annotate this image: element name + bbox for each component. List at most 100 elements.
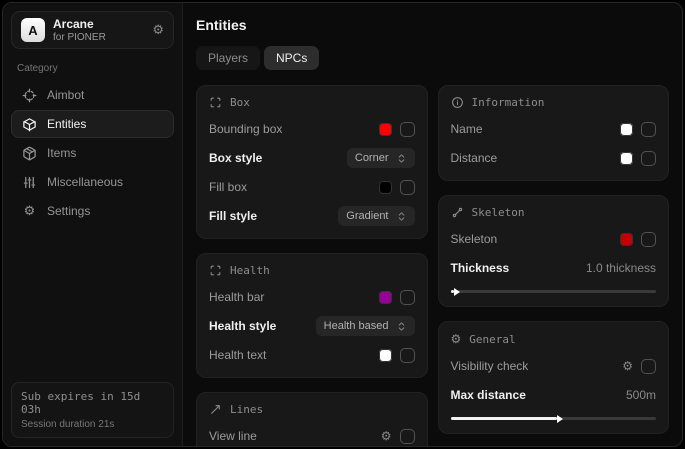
color-swatch[interactable] [620, 123, 633, 136]
bone-icon [451, 206, 464, 219]
crosshair-icon [22, 88, 37, 103]
setting-label: Thickness [451, 261, 510, 275]
gear-icon: ⚙ [451, 332, 462, 346]
brand-name: Arcane [53, 17, 106, 31]
checkbox[interactable] [400, 180, 415, 195]
color-swatch[interactable] [379, 291, 392, 304]
card-title: Health [230, 264, 270, 277]
color-swatch[interactable] [379, 123, 392, 136]
max-distance-slider[interactable] [451, 414, 657, 421]
chevrons-up-down-icon [396, 211, 407, 222]
general-card-header: ⚙ General [451, 332, 657, 346]
checkbox[interactable] [400, 429, 415, 444]
dropdown-value: Health based [324, 320, 389, 332]
setting-label: Health text [209, 348, 266, 362]
checkbox[interactable] [641, 232, 656, 247]
app-window: A Arcane for PIONER ⚙ Category Aimbot En… [2, 2, 683, 447]
chevrons-up-down-icon [396, 321, 407, 332]
sidebar-item-entities[interactable]: Entities [11, 110, 174, 138]
skeleton-card: Skeleton Skeleton Thickness 1.0 t [438, 195, 670, 307]
setting-label: Fill style [209, 209, 257, 223]
setting-row-visibility-check: Visibility check ⚙ [451, 356, 657, 376]
card-title: General [469, 333, 515, 346]
gear-icon[interactable]: ⚙ [622, 359, 633, 373]
sidebar-item-settings[interactable]: ⚙ Settings [11, 197, 174, 225]
sidebar-item-label: Settings [47, 204, 90, 218]
lines-card-header: Lines [209, 403, 415, 416]
color-swatch[interactable] [379, 349, 392, 362]
information-card: Information Name Distance [438, 85, 670, 181]
setting-row-health-style: Health style Health based [209, 316, 415, 336]
dropdown-value: Gradient [346, 210, 388, 222]
checkbox[interactable] [400, 122, 415, 137]
setting-row-max-distance: Max distance 500m [451, 385, 657, 405]
health-style-dropdown[interactable]: Health based [316, 316, 415, 336]
setting-label: Name [451, 122, 483, 136]
cube-icon [22, 117, 37, 132]
card-title: Box [230, 96, 250, 109]
box-card-header: Box [209, 96, 415, 109]
tab-players[interactable]: Players [196, 46, 260, 70]
card-title: Skeleton [472, 206, 525, 219]
health-card: Health Health bar Health style [196, 253, 428, 378]
box-style-dropdown[interactable]: Corner [347, 148, 415, 168]
info-icon [451, 96, 464, 109]
information-card-header: Information [451, 96, 657, 109]
setting-label: Skeleton [451, 232, 498, 246]
session-duration-text: Session duration 21s [21, 419, 164, 430]
thickness-slider[interactable] [451, 287, 657, 294]
slider-handle[interactable] [451, 417, 558, 420]
setting-row-box-style: Box style Corner [209, 148, 415, 168]
fill-style-dropdown[interactable]: Gradient [338, 206, 414, 226]
main-panel: Entities Players NPCs Box Bounding box [183, 3, 682, 446]
gear-icon[interactable]: ⚙ [381, 429, 392, 443]
corner-brackets-icon [209, 264, 222, 277]
tab-bar: Players NPCs [196, 46, 669, 70]
thickness-value: 1.0 thickness [586, 261, 656, 275]
brand-logo: A [21, 18, 45, 42]
sliders-icon [22, 175, 37, 190]
checkbox[interactable] [641, 151, 656, 166]
sidebar-nav: Aimbot Entities Items Miscellaneous ⚙ Se… [11, 81, 174, 225]
sidebar-item-label: Aimbot [47, 88, 84, 102]
setting-label: Max distance [451, 388, 526, 402]
gear-icon[interactable]: ⚙ [152, 23, 164, 38]
setting-label: Fill box [209, 180, 247, 194]
checkbox[interactable] [641, 359, 656, 374]
setting-row-view-line: View line ⚙ [209, 426, 415, 446]
setting-label: Box style [209, 151, 262, 165]
right-column: Information Name Distance [438, 85, 670, 434]
slider-track [451, 290, 657, 293]
checkbox[interactable] [400, 348, 415, 363]
cards-grid: Box Bounding box Box style [196, 85, 669, 446]
tab-npcs[interactable]: NPCs [264, 46, 319, 70]
subscription-status-card: Sub expires in 15d 03h Session duration … [11, 382, 174, 438]
setting-label: Visibility check [451, 359, 529, 373]
slider-handle[interactable] [451, 290, 454, 293]
setting-label: Distance [451, 151, 498, 165]
color-swatch[interactable] [379, 181, 392, 194]
lines-card: Lines View line ⚙ Line to enemy [196, 392, 428, 446]
max-distance-value: 500m [626, 388, 656, 402]
card-title: Information [472, 96, 545, 109]
color-swatch[interactable] [620, 152, 633, 165]
dropdown-value: Corner [355, 152, 389, 164]
color-swatch[interactable] [620, 233, 633, 246]
sidebar: A Arcane for PIONER ⚙ Category Aimbot En… [3, 3, 183, 446]
setting-label: Health style [209, 319, 276, 333]
page-title: Entities [196, 17, 669, 33]
setting-label: View line [209, 429, 257, 443]
left-column: Box Bounding box Box style [196, 85, 428, 446]
box-card: Box Bounding box Box style [196, 85, 428, 239]
setting-row-fill-style: Fill style Gradient [209, 206, 415, 226]
setting-row-name: Name [451, 119, 657, 139]
sidebar-item-aimbot[interactable]: Aimbot [11, 81, 174, 109]
checkbox[interactable] [641, 122, 656, 137]
skeleton-card-header: Skeleton [451, 206, 657, 219]
checkbox[interactable] [400, 290, 415, 305]
sidebar-item-items[interactable]: Items [11, 139, 174, 167]
sidebar-item-miscellaneous[interactable]: Miscellaneous [11, 168, 174, 196]
card-title: Lines [230, 403, 263, 416]
package-icon [22, 146, 37, 161]
brand-subtitle: for PIONER [53, 32, 106, 43]
